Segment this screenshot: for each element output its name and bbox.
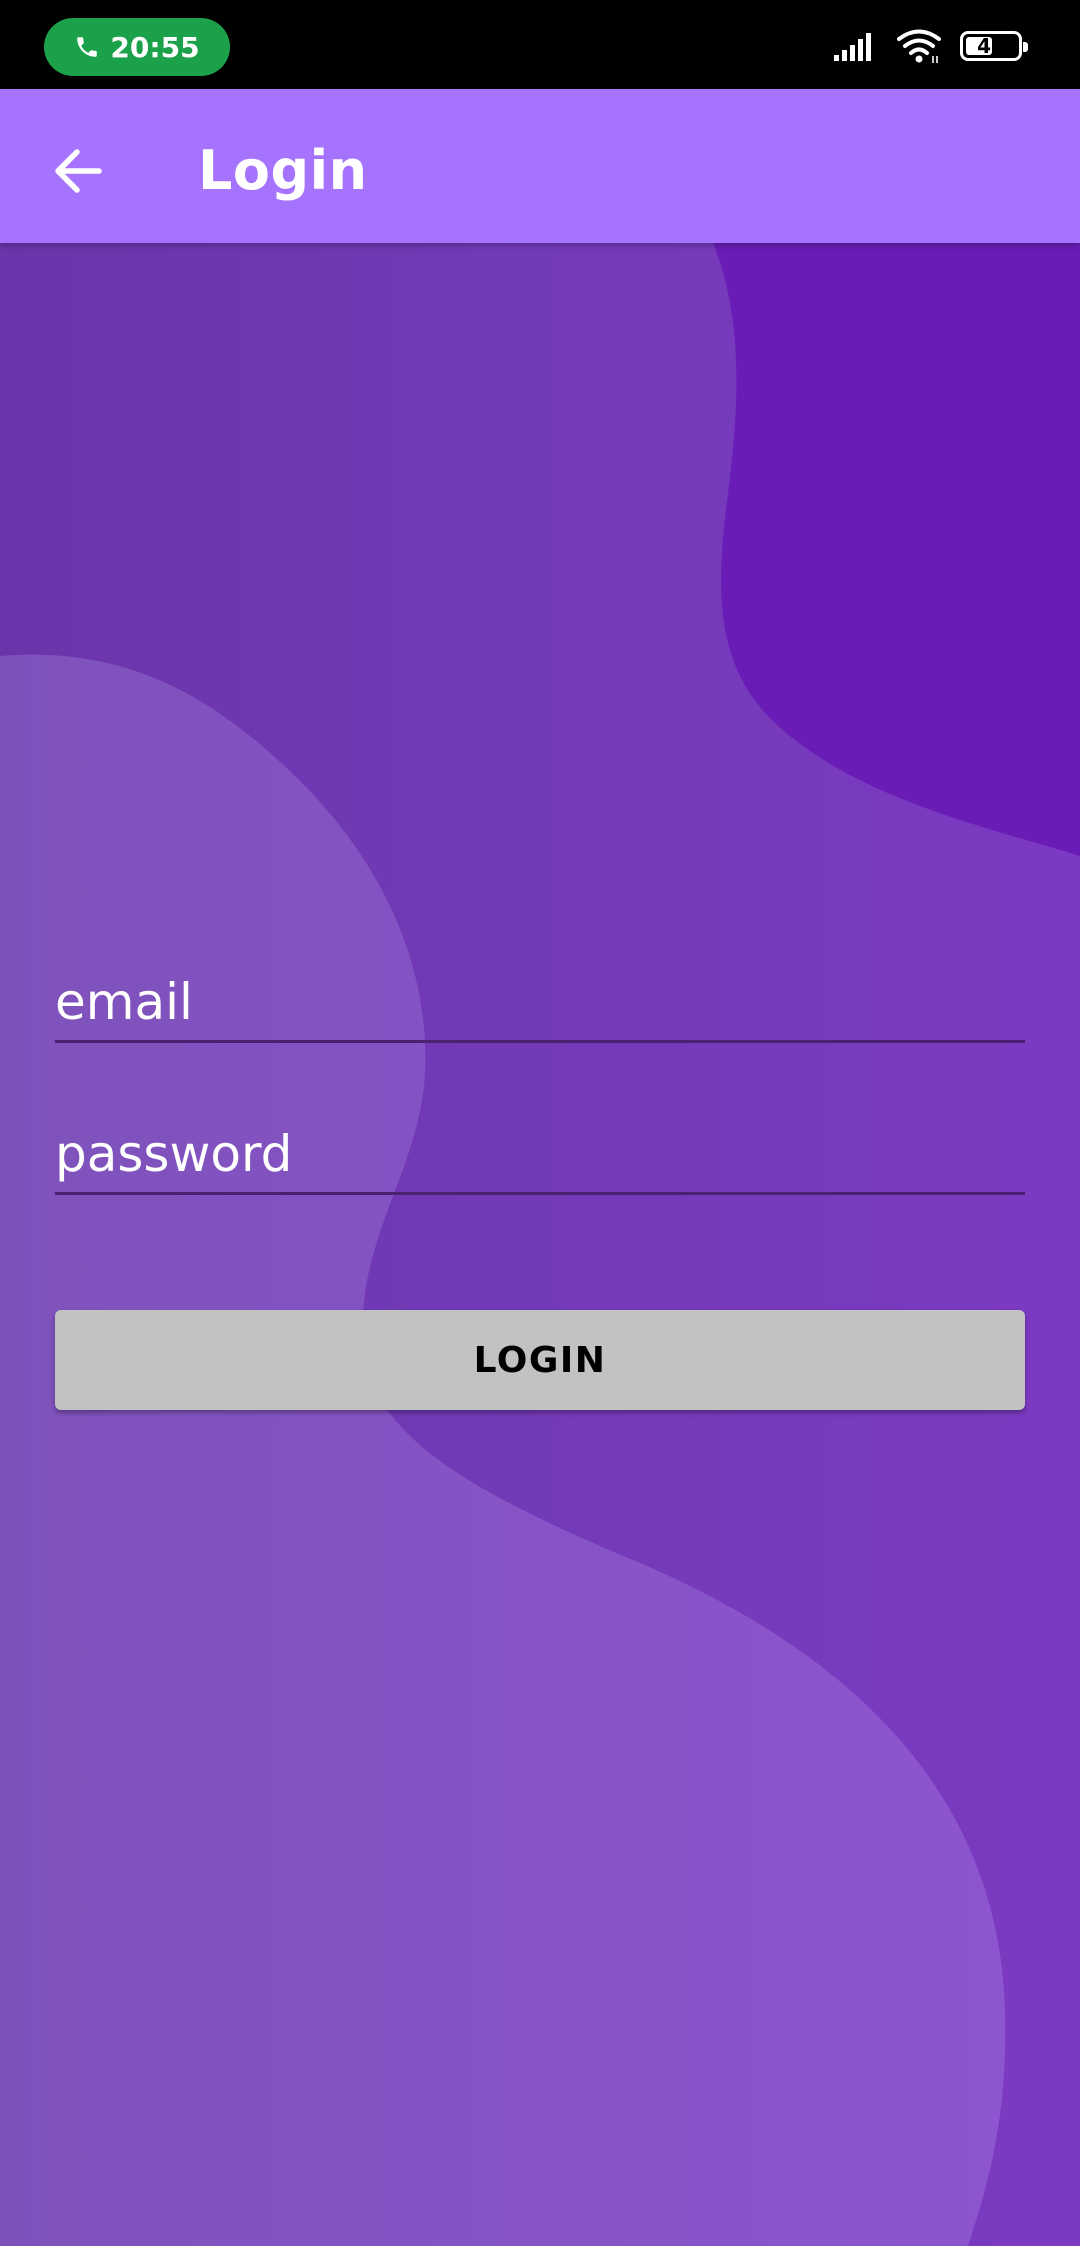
email-field[interactable]: [55, 963, 1025, 1043]
dark-wave-shape: [713, 243, 1080, 856]
phone-icon: [77, 37, 98, 57]
password-field[interactable]: [55, 1115, 1025, 1195]
battery-icon: 47: [960, 31, 1028, 61]
wifi-icon: [897, 29, 941, 63]
status-bar: 20:55 47: [0, 0, 1080, 89]
login-content: LOGIN: [0, 243, 1080, 2246]
app-bar: Login: [0, 89, 1080, 243]
page-title: Login: [198, 139, 368, 202]
battery-level: 47: [977, 34, 1005, 58]
background-waves: [0, 243, 1080, 2246]
signal-icon: [834, 33, 871, 61]
password-input[interactable]: [55, 1115, 1025, 1192]
login-button[interactable]: LOGIN: [55, 1310, 1025, 1410]
call-timer: 20:55: [110, 30, 200, 64]
back-button[interactable]: [38, 131, 118, 211]
arrow-left-icon: [55, 149, 102, 193]
light-wave-shape: [0, 654, 1006, 2246]
status-icons: 47: [834, 26, 1028, 66]
email-input[interactable]: [55, 963, 1025, 1040]
ongoing-call-pill[interactable]: 20:55: [44, 18, 230, 76]
